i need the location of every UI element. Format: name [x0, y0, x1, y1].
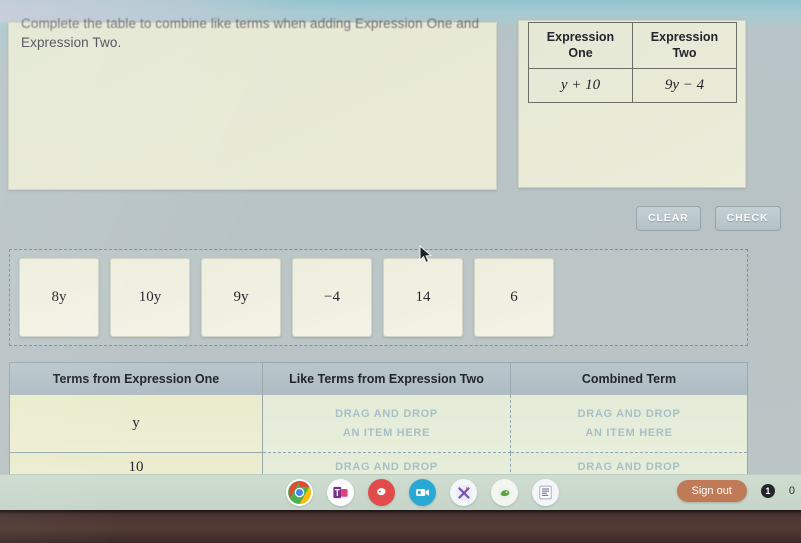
- expression-two-header-bottom: Two: [672, 46, 697, 60]
- device-bezel: [0, 510, 801, 543]
- tile-item[interactable]: 14: [383, 258, 463, 337]
- taskbar: Sign out 1 0: [0, 474, 801, 510]
- dropzone-like-term-row-1[interactable]: DRAG AND DROP AN ITEM HERE: [263, 395, 511, 453]
- shelf-status-area: Sign out 1 0: [676, 480, 798, 502]
- expression-one-header: Expression One: [528, 22, 633, 69]
- expression-two-header-top: Expression: [650, 30, 719, 44]
- dropzone-label-line1: DRAG AND DROP: [335, 407, 438, 420]
- expression-panel: Expression One Expression Two y + 10 9y …: [518, 20, 746, 188]
- header-combined-term: Combined Term: [581, 372, 677, 386]
- table-row: y DRAG AND DROP AN ITEM HERE DRAG AND DR…: [10, 395, 747, 453]
- pbs-kids-icon[interactable]: [368, 479, 395, 506]
- action-bar: CLEAR CHECK: [636, 206, 781, 231]
- dropzone-label-line2: AN ITEM HERE: [342, 426, 431, 439]
- dropzone-label-line2: AN ITEM HERE: [585, 426, 673, 439]
- row-term-value: y: [10, 395, 263, 453]
- notification-badge[interactable]: 1: [760, 484, 775, 498]
- expression-one-header-bottom: One: [568, 46, 593, 60]
- header-like-terms-expression-two: Like Terms from Expression Two: [263, 363, 511, 395]
- dragon-app-icon[interactable]: [491, 479, 518, 506]
- tile-item[interactable]: 8y: [19, 258, 99, 337]
- video-app-icon[interactable]: [409, 479, 436, 506]
- chrome-icon[interactable]: [286, 479, 313, 506]
- expression-table-header-row: Expression One Expression Two: [528, 22, 737, 69]
- answer-table: Terms from Expression One Like Terms fro…: [9, 362, 748, 483]
- expression-one-header-top: Expression: [546, 30, 615, 44]
- expression-one-value: y + 10: [528, 68, 633, 103]
- instruction-panel: Complete the table to combine like terms…: [8, 16, 497, 190]
- shelf-icon-group: [286, 479, 559, 506]
- expression-two-header: Expression Two: [632, 22, 737, 69]
- tile-item[interactable]: −4: [292, 258, 372, 337]
- instruction-line-2: Expression Two.: [21, 35, 122, 50]
- tile-item[interactable]: 10y: [110, 258, 190, 337]
- chromebook-screen: Complete the table to combine like terms…: [0, 0, 801, 543]
- dropzone-combined-term-row-1[interactable]: DRAG AND DROP AN ITEM HERE: [511, 395, 747, 453]
- xtramath-icon[interactable]: [450, 479, 477, 506]
- microsoft-teams-icon[interactable]: [327, 479, 354, 506]
- clear-button[interactable]: CLEAR: [636, 206, 701, 231]
- answer-table-header-row: Terms from Expression One Like Terms fro…: [10, 363, 747, 395]
- status-clock[interactable]: 0: [789, 485, 797, 497]
- header-terms-expression-one: Terms from Expression One: [10, 363, 263, 395]
- instruction-line-1: Complete the table to combine like terms…: [21, 16, 480, 31]
- document-app-icon[interactable]: [532, 479, 559, 506]
- tile-item[interactable]: 6: [474, 258, 554, 337]
- expression-two-value: 9y − 4: [632, 68, 737, 103]
- tile-item[interactable]: 9y: [201, 258, 281, 337]
- tile-tray[interactable]: 8y 10y 9y −4 14 6: [9, 249, 748, 346]
- dropzone-label-line1: DRAG AND DROP: [577, 407, 681, 420]
- expression-table: Expression One Expression Two y + 10 9y …: [528, 22, 737, 103]
- sign-out-button[interactable]: Sign out: [676, 480, 747, 502]
- check-button[interactable]: CHECK: [714, 206, 781, 231]
- expression-table-value-row: y + 10 9y − 4: [528, 68, 737, 103]
